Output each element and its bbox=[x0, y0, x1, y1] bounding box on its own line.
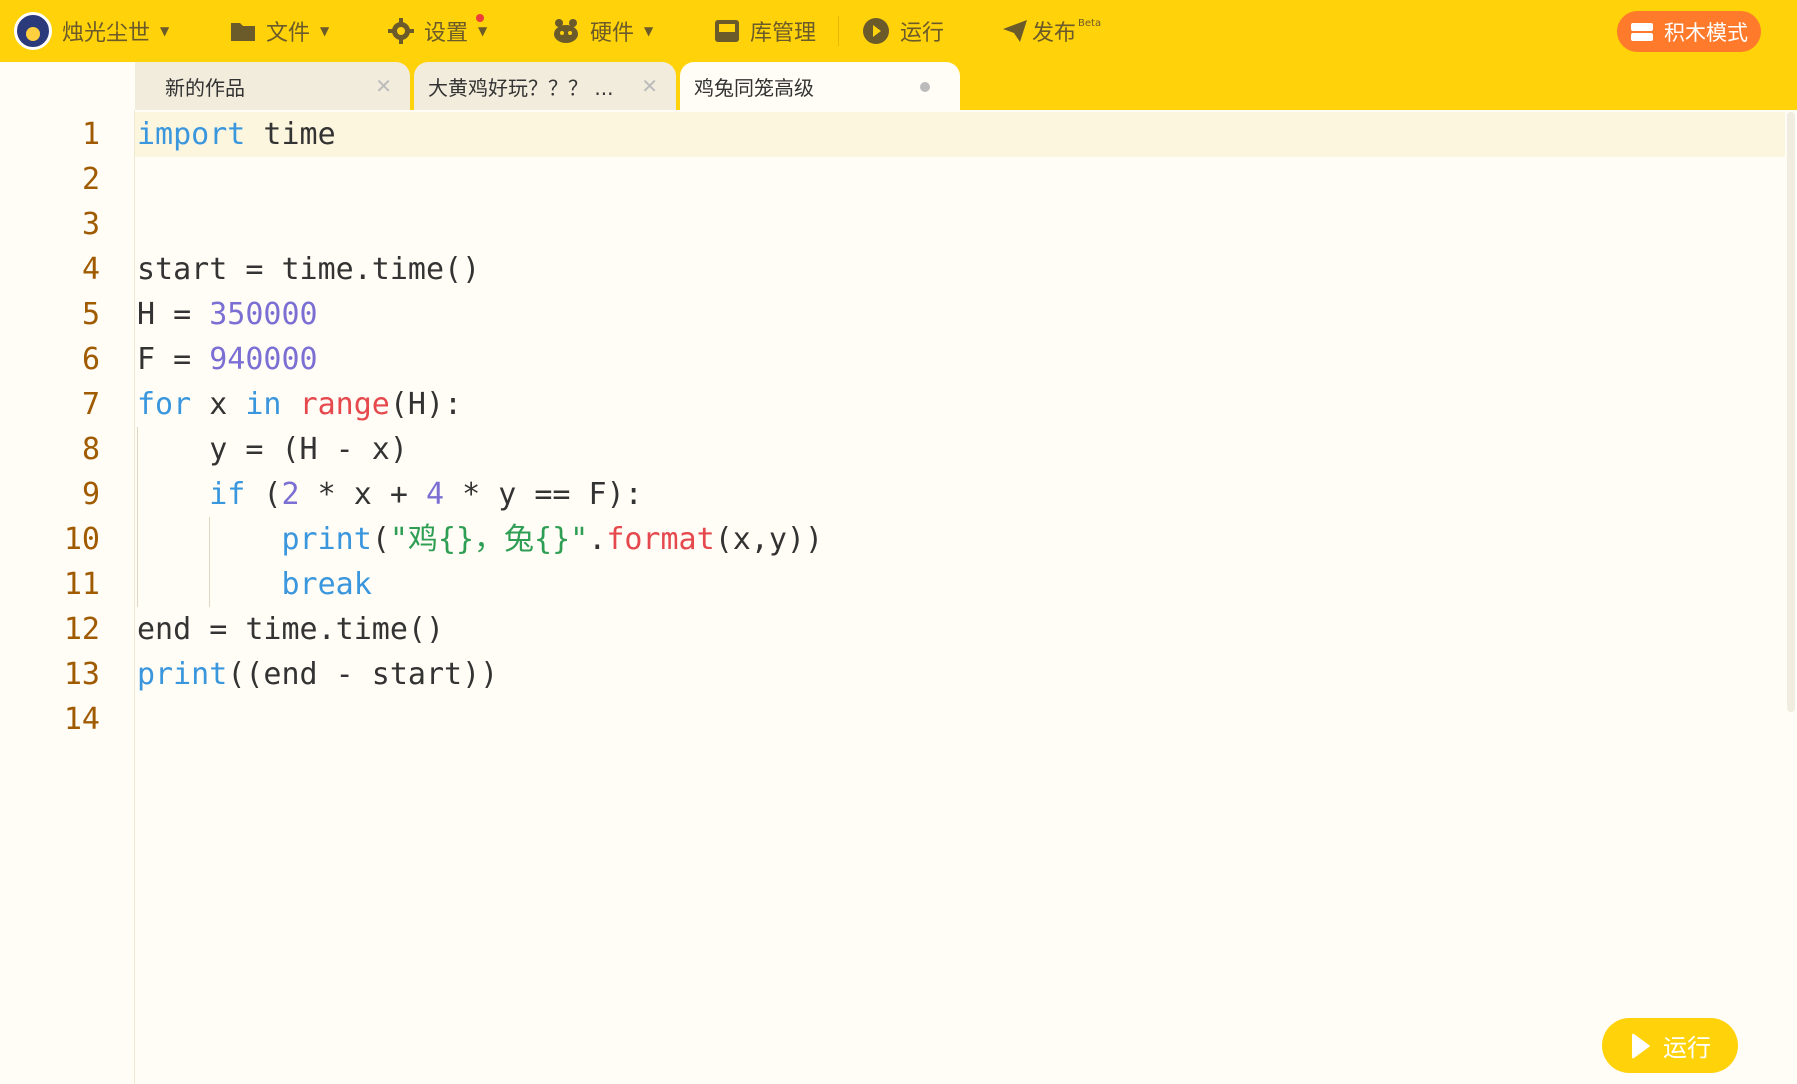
top-toolbar: 烛光尘世 ▼ 文件 ▼ 设置 ▼ 硬件 ▼ 库管理 运行 发布 Beta 积木模… bbox=[0, 0, 1797, 62]
menu-settings[interactable]: 设置 ▼ bbox=[388, 0, 487, 62]
line-number: 14 bbox=[63, 702, 100, 737]
blocks-icon bbox=[1631, 22, 1653, 41]
code-line[interactable]: import time bbox=[137, 112, 336, 157]
code-line[interactable]: print("鸡{}，兔{}".format(x,y)) bbox=[137, 517, 824, 562]
tab-strip-gutter bbox=[0, 62, 135, 110]
line-number: 5 bbox=[81, 297, 100, 332]
gear-icon bbox=[388, 18, 414, 44]
code-line[interactable]: H = 350000 bbox=[137, 292, 318, 337]
tab-chicken-rabbit[interactable]: 鸡兔同笼高级 bbox=[680, 62, 960, 110]
code-line[interactable]: break bbox=[137, 562, 372, 607]
tab-strip: 新的作品 ✕ 大黄鸡好玩？？？ ... ✕ 鸡兔同笼高级 bbox=[0, 62, 1797, 110]
menu-library-label: 库管理 bbox=[750, 21, 817, 46]
menu-hardware-label: 硬件 bbox=[590, 21, 635, 46]
editor-scrollbar[interactable] bbox=[1787, 112, 1795, 712]
robot-icon bbox=[554, 19, 578, 43]
code-line[interactable]: end = time.time() bbox=[137, 607, 444, 652]
menu-file[interactable]: 文件 ▼ bbox=[230, 0, 329, 62]
line-number: 1 bbox=[81, 117, 100, 152]
menu-hardware[interactable]: 硬件 ▼ bbox=[552, 0, 653, 62]
line-number: 12 bbox=[63, 612, 100, 647]
chevron-down-icon: ▼ bbox=[160, 24, 170, 38]
unsaved-dot-icon[interactable] bbox=[920, 82, 930, 92]
line-number: 7 bbox=[81, 387, 100, 422]
menu-run-label: 运行 bbox=[900, 21, 945, 46]
close-icon[interactable]: ✕ bbox=[375, 74, 392, 98]
line-number: 9 bbox=[81, 477, 100, 512]
menu-settings-label: 设置 bbox=[424, 21, 469, 46]
send-icon bbox=[1003, 20, 1027, 42]
line-number: 8 bbox=[81, 432, 100, 467]
code-line[interactable]: print((end - start)) bbox=[137, 652, 498, 697]
beta-badge: Beta bbox=[1078, 17, 1102, 29]
menu-library[interactable]: 库管理 bbox=[714, 0, 816, 62]
chevron-down-icon: ▼ bbox=[320, 24, 330, 38]
close-icon[interactable]: ✕ bbox=[641, 74, 658, 98]
chevron-down-icon: ▼ bbox=[644, 24, 654, 38]
line-number: 4 bbox=[81, 252, 100, 287]
line-number: 6 bbox=[81, 342, 100, 377]
block-mode-label: 积木模式 bbox=[1664, 20, 1748, 45]
user-menu[interactable]: 烛光尘世 ▼ bbox=[14, 0, 169, 62]
tab-new-work[interactable]: 新的作品 ✕ bbox=[135, 62, 410, 110]
folder-icon bbox=[231, 23, 255, 41]
tab-big-yellow-chicken[interactable]: 大黄鸡好玩？？？ ... ✕ bbox=[414, 62, 676, 110]
run-button-label: 运行 bbox=[1663, 1034, 1711, 1062]
code-editor[interactable]: 1 2 3 4 5 6 7 8 9 10 11 12 13 14 import … bbox=[0, 110, 1797, 1084]
menu-publish[interactable]: 发布 Beta bbox=[1002, 0, 1101, 62]
code-line[interactable]: start = time.time() bbox=[137, 247, 480, 292]
line-number: 3 bbox=[81, 207, 100, 242]
menu-run[interactable]: 运行 bbox=[862, 0, 944, 62]
play-icon bbox=[863, 18, 889, 44]
tab-title: 新的作品 bbox=[165, 75, 245, 100]
toolbar-divider bbox=[838, 16, 839, 46]
code-line[interactable]: y = (H - x) bbox=[137, 427, 408, 472]
menu-publish-label: 发布 bbox=[1032, 21, 1077, 46]
tab-title: 大黄鸡好玩？？？ ... bbox=[428, 75, 614, 100]
notification-dot bbox=[476, 14, 484, 22]
line-number: 10 bbox=[63, 522, 100, 557]
line-number: 2 bbox=[81, 162, 100, 197]
menu-file-label: 文件 bbox=[266, 21, 311, 46]
block-mode-button[interactable]: 积木模式 bbox=[1617, 11, 1761, 52]
code-line[interactable]: if (2 * x + 4 * y == F): bbox=[137, 472, 643, 517]
user-name: 烛光尘世 bbox=[62, 21, 151, 46]
chevron-down-icon: ▼ bbox=[478, 24, 488, 38]
play-icon bbox=[1632, 1033, 1650, 1058]
code-line[interactable]: for x in range(H): bbox=[137, 382, 462, 427]
code-line[interactable]: F = 940000 bbox=[137, 337, 318, 382]
current-line-highlight bbox=[135, 112, 1785, 157]
line-number: 11 bbox=[63, 567, 100, 602]
run-button[interactable]: 运行 bbox=[1602, 1018, 1738, 1073]
line-number: 13 bbox=[63, 657, 100, 692]
avatar bbox=[14, 12, 52, 50]
library-icon bbox=[715, 20, 739, 42]
tab-title: 鸡兔同笼高级 bbox=[694, 75, 814, 100]
